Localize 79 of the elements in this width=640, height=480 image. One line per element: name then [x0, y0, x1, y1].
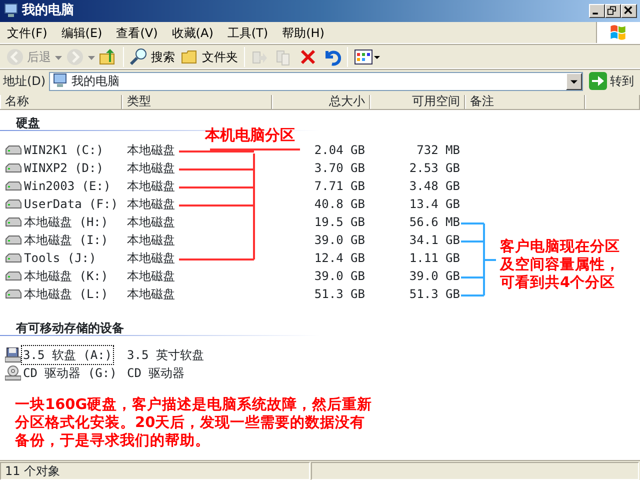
search-icon [130, 48, 148, 66]
table-cell-text: 34.1 GB [408, 232, 461, 249]
drive-name[interactable]: 本地磁盘 (L:) [23, 285, 110, 303]
drive-name[interactable]: CD 驱动器 (G:) [22, 364, 118, 382]
menu-item[interactable]: 编辑(E) [54, 22, 110, 42]
table-cell-text: 本地磁盘 [126, 178, 176, 195]
menu-item[interactable]: 收藏(A) [164, 22, 220, 42]
drive-icon [5, 181, 22, 191]
table-cell-text: 39.0 GB [313, 268, 366, 285]
drive-icon [5, 271, 22, 281]
drive-icon [5, 289, 22, 299]
table-cell-text: 13.4 GB [408, 196, 461, 213]
dropdown-button[interactable] [566, 72, 582, 90]
folder-icon [181, 48, 199, 66]
table-cell-text: 2.53 GB [408, 160, 461, 177]
drive-name[interactable]: 本地磁盘 (I:) [23, 231, 110, 249]
cd-drive-icon [5, 365, 21, 381]
floppy-icon [5, 347, 21, 363]
delete-icon [299, 48, 317, 66]
computer-icon [52, 73, 68, 89]
table-cell-text: 2.04 GB [313, 142, 366, 159]
window-title: 我的电脑 [22, 2, 75, 20]
drive-name[interactable]: 3.5 软盘 (A:) [22, 346, 114, 364]
table-cell-text: 19.5 GB [313, 214, 366, 231]
table-cell-text: 本地磁盘 [126, 286, 176, 303]
drive-name[interactable]: 本地磁盘 (K:) [23, 267, 110, 285]
drive-name[interactable]: UserData (F:) [23, 195, 119, 213]
table-cell-text: 40.8 GB [313, 196, 366, 213]
drive-icon [5, 199, 22, 209]
table-cell-text: 本地磁盘 [126, 142, 176, 159]
undo-icon [323, 48, 341, 66]
annotation-text: 一块160G硬盘，客户描述是电脑系统故障，然后重新分区格式化安装。20天后，发现一些需要的数据没有备份，于是寻求我们的帮助。 [15, 396, 374, 450]
table-cell-text: 56.6 MB [408, 214, 461, 231]
drive-icon [5, 145, 22, 155]
table-cell-text: 51.3 GB [313, 286, 366, 303]
drive-name[interactable]: Win2003 (E:) [23, 177, 112, 195]
search-button[interactable]: 搜索 [127, 46, 178, 68]
drive-name[interactable]: Tools (J:) [23, 249, 98, 267]
table-cell-text: 7.71 GB [313, 178, 366, 195]
table-cell-text: 3.48 GB [408, 178, 461, 195]
folder-up-icon [99, 48, 117, 66]
table-cell-text: 本地磁盘 [126, 196, 176, 213]
table-cell-text: 本地磁盘 [126, 250, 176, 267]
table-cell-text: 3.5 英寸软盘 [126, 347, 205, 364]
table-cell-text: 3.70 GB [313, 160, 366, 177]
drive-name[interactable]: WIN2K1 (C:) [23, 141, 104, 159]
table-cell-text: 1.11 GB [408, 250, 461, 267]
computer-icon [3, 3, 19, 19]
drive-name[interactable]: 本地磁盘 (H:) [23, 213, 110, 231]
minimize-button[interactable] [589, 4, 605, 18]
annotation-label: 客户电脑现在分区及空间容量属性，可看到共4个分区 [500, 238, 621, 292]
drive-icon [5, 253, 22, 263]
drive-icon [5, 217, 22, 227]
table-cell-text: 51.3 GB [408, 286, 461, 303]
table-cell-text: 39.0 GB [408, 268, 461, 285]
drive-name[interactable]: WINXP2 (D:) [23, 159, 104, 177]
table-cell-text: 12.4 GB [313, 250, 366, 267]
menu-item[interactable]: 文件(F) [0, 22, 54, 42]
table-cell-text: 本地磁盘 [126, 232, 176, 249]
table-cell-text: CD 驱动器 [126, 365, 186, 382]
menu-item[interactable]: 查看(V) [109, 22, 165, 42]
menu-item[interactable]: 帮助(H) [275, 22, 332, 42]
table-cell-text: 本地磁盘 [126, 214, 176, 231]
views-icon [354, 48, 381, 66]
table-cell-text: 39.0 GB [313, 232, 366, 249]
table-cell-text: 本地磁盘 [126, 160, 176, 177]
table-cell-text: 732 MB [416, 142, 461, 159]
go-button[interactable]: 转到 [586, 72, 637, 90]
address-label: 地址(D) [3, 73, 46, 90]
status-text: 11 个对象 [0, 462, 310, 480]
folders-button[interactable]: 文件夹 [178, 46, 241, 68]
restore-button[interactable] [605, 4, 621, 18]
drive-icon [5, 163, 22, 173]
table-cell-text: 本地磁盘 [126, 268, 176, 285]
address-field[interactable]: 我的电脑 [48, 72, 583, 90]
menu-item[interactable]: 工具(T) [220, 22, 276, 42]
group-header: 有可移动存储的设备 [0, 315, 320, 336]
drive-icon [5, 235, 22, 245]
close-button[interactable] [621, 4, 637, 18]
